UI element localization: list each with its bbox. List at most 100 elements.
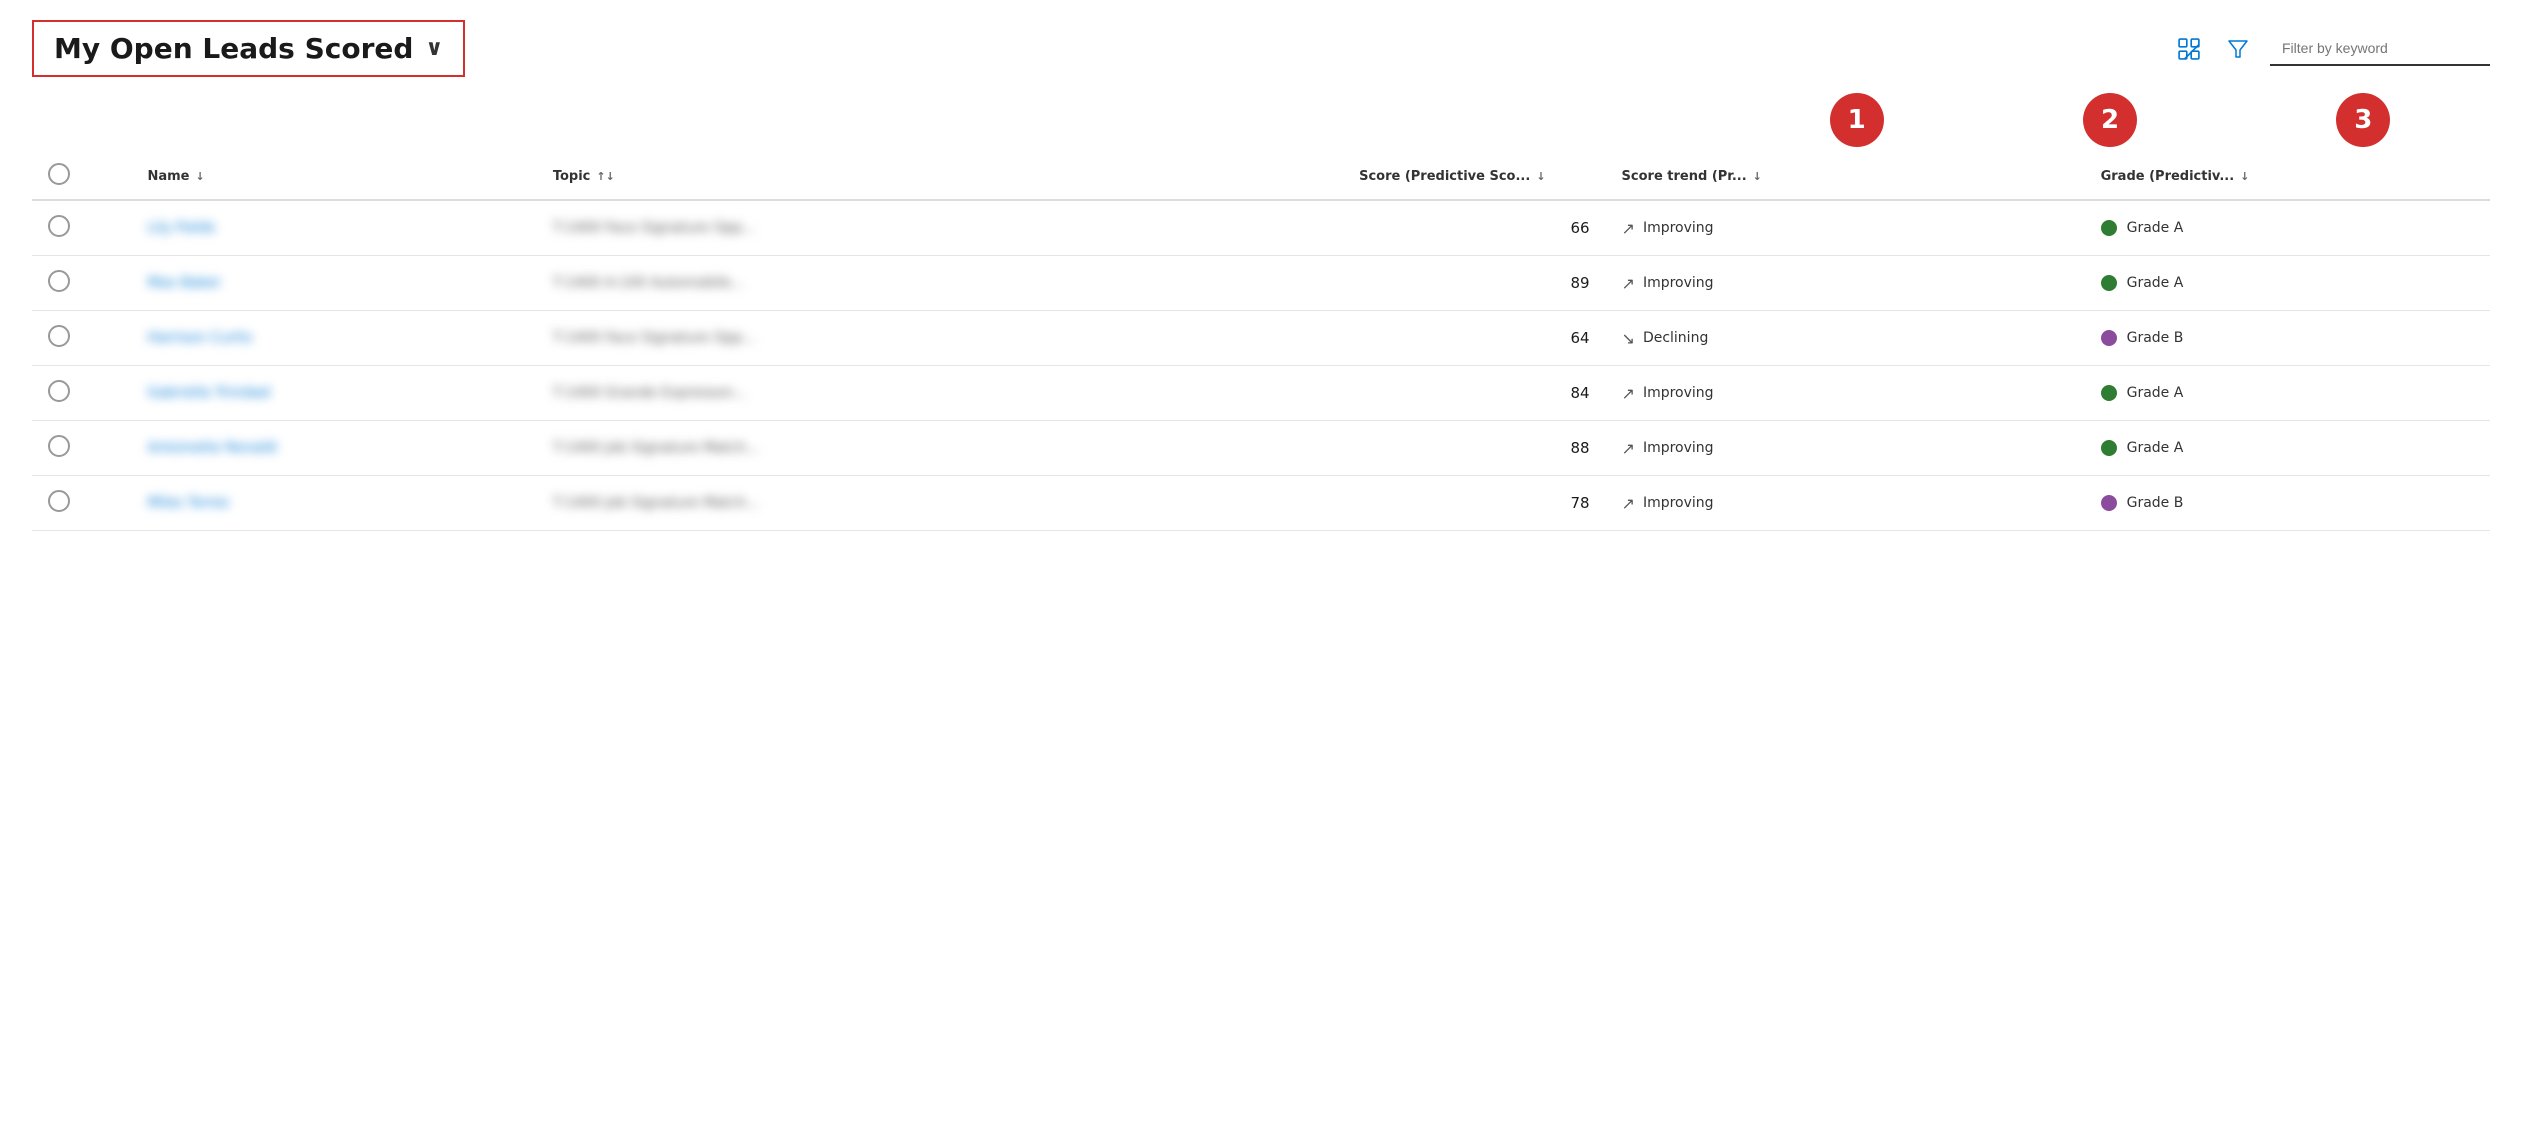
row-0-grade: Grade A xyxy=(2085,200,2490,256)
grade-sort-icon: ↓ xyxy=(2240,170,2249,183)
row-0-name[interactable]: Lily Fields xyxy=(131,200,536,256)
row-0-trend-label: Improving xyxy=(1643,220,1714,236)
row-3-grade: Grade A xyxy=(2085,366,2490,421)
keyword-filter-input[interactable] xyxy=(2270,32,2490,66)
row-5-trend-label: Improving xyxy=(1643,495,1714,511)
row-1-score: 89 xyxy=(1090,256,1606,311)
row-1-grade-dot xyxy=(2101,275,2117,291)
row-3-grade-dot xyxy=(2101,385,2117,401)
col-header-score[interactable]: Score (Predictive Sco... ↓ xyxy=(1090,153,1606,200)
row-0-score: 66 xyxy=(1090,200,1606,256)
row-3-grade-label: Grade A xyxy=(2127,385,2184,401)
row-2-trend-arrow: ↘ xyxy=(1622,329,1635,348)
badges-row: 1 2 3 xyxy=(1730,93,2490,147)
row-3-score: 84 xyxy=(1090,366,1606,421)
title-section: My Open Leads Scored ∨ xyxy=(32,20,465,77)
filter-icon xyxy=(2228,39,2248,59)
badge-3: 3 xyxy=(2336,93,2390,147)
chevron-down-icon: ∨ xyxy=(425,36,443,61)
row-1-grade-label: Grade A xyxy=(2127,275,2184,291)
row-1-name[interactable]: Max Baker xyxy=(131,256,536,311)
row-3-trend-arrow: ↗ xyxy=(1622,384,1635,403)
grid-settings-button[interactable] xyxy=(2172,32,2206,66)
row-5-name[interactable]: Miles Torres xyxy=(131,476,536,531)
row-4-trend-label: Improving xyxy=(1643,440,1714,456)
col-header-grade[interactable]: Grade (Predictiv... ↓ xyxy=(2085,153,2490,200)
row-4-checkbox[interactable] xyxy=(48,435,70,457)
row-3-trend-label: Improving xyxy=(1643,385,1714,401)
row-4-grade: Grade A xyxy=(2085,421,2490,476)
row-5-topic: T-1400 Job Signature Match... xyxy=(537,476,1090,531)
row-5-grade-label: Grade B xyxy=(2127,495,2184,511)
row-4-grade-dot xyxy=(2101,440,2117,456)
row-4-trend: ↗ Improving xyxy=(1606,421,2085,476)
row-2-trend: ↘ Declining xyxy=(1606,311,2085,366)
table-row: Harrison CurtisT-1400 Face Signature Opp… xyxy=(32,311,2490,366)
row-1-trend: ↗ Improving xyxy=(1606,256,2085,311)
col-header-trend[interactable]: Score trend (Pr... ↓ xyxy=(1606,153,2085,200)
table-header-row: Name ↓ Topic ↑↓ Score (Predictive Sco...… xyxy=(32,153,2490,200)
table-row: Antoinette RenaldiT-1400 Job Signature M… xyxy=(32,421,2490,476)
row-1-trend-label: Improving xyxy=(1643,275,1714,291)
badge-1: 1 xyxy=(1830,93,1884,147)
grid-icon xyxy=(2178,38,2200,60)
row-2-topic: T-1400 Face Signature Opp... xyxy=(537,311,1090,366)
page-title-button[interactable]: My Open Leads Scored ∨ xyxy=(32,20,465,77)
row-3-checkbox[interactable] xyxy=(48,380,70,402)
row-5-trend-arrow: ↗ xyxy=(1622,494,1635,513)
select-all-checkbox[interactable] xyxy=(48,163,70,185)
topic-sort-icon: ↑↓ xyxy=(596,170,614,183)
row-0-grade-label: Grade A xyxy=(2127,220,2184,236)
row-2-grade-label: Grade B xyxy=(2127,330,2184,346)
row-2-checkbox-cell xyxy=(32,311,131,366)
row-2-grade-dot xyxy=(2101,330,2117,346)
row-2-checkbox[interactable] xyxy=(48,325,70,347)
col-header-name[interactable]: Name ↓ xyxy=(131,153,536,200)
row-0-topic: T-1400 Face Signature Opp... xyxy=(537,200,1090,256)
row-5-grade-dot xyxy=(2101,495,2117,511)
header-actions xyxy=(2172,32,2490,66)
row-1-topic: T-1400 A-100 Automobile... xyxy=(537,256,1090,311)
col-header-checkbox xyxy=(32,153,131,200)
row-1-checkbox[interactable] xyxy=(48,270,70,292)
row-3-checkbox-cell xyxy=(32,366,131,421)
trend-sort-icon: ↓ xyxy=(1753,170,1762,183)
row-4-trend-arrow: ↗ xyxy=(1622,439,1635,458)
col-header-topic[interactable]: Topic ↑↓ xyxy=(537,153,1090,200)
row-4-grade-label: Grade A xyxy=(2127,440,2184,456)
filter-button[interactable] xyxy=(2222,33,2254,65)
name-sort-icon: ↓ xyxy=(196,170,205,183)
row-4-checkbox-cell xyxy=(32,421,131,476)
row-5-grade: Grade B xyxy=(2085,476,2490,531)
table-row: Gabriella TrinidadT-1400 Grande Expresso… xyxy=(32,366,2490,421)
row-2-name[interactable]: Harrison Curtis xyxy=(131,311,536,366)
page-title-text: My Open Leads Scored xyxy=(54,32,413,65)
table-row: Max BakerT-1400 A-100 Automobile...89 ↗ Im… xyxy=(32,256,2490,311)
table-row: Lily FieldsT-1400 Face Signature Opp...6… xyxy=(32,200,2490,256)
row-3-name[interactable]: Gabriella Trinidad xyxy=(131,366,536,421)
row-5-checkbox[interactable] xyxy=(48,490,70,512)
row-4-score: 88 xyxy=(1090,421,1606,476)
row-0-checkbox-cell xyxy=(32,200,131,256)
page-container: My Open Leads Scored ∨ xyxy=(0,0,2522,551)
leads-table: Name ↓ Topic ↑↓ Score (Predictive Sco...… xyxy=(32,153,2490,531)
row-3-topic: T-1400 Grande Expresson... xyxy=(537,366,1090,421)
row-5-score: 78 xyxy=(1090,476,1606,531)
row-4-topic: T-1400 Job Signature Match... xyxy=(537,421,1090,476)
row-5-checkbox-cell xyxy=(32,476,131,531)
row-3-trend: ↗ Improving xyxy=(1606,366,2085,421)
row-2-score: 64 xyxy=(1090,311,1606,366)
row-5-trend: ↗ Improving xyxy=(1606,476,2085,531)
row-1-grade: Grade A xyxy=(2085,256,2490,311)
header: My Open Leads Scored ∨ xyxy=(32,20,2490,77)
row-0-trend-arrow: ↗ xyxy=(1622,219,1635,238)
row-0-checkbox[interactable] xyxy=(48,215,70,237)
row-4-name[interactable]: Antoinette Renaldi xyxy=(131,421,536,476)
row-1-checkbox-cell xyxy=(32,256,131,311)
row-1-trend-arrow: ↗ xyxy=(1622,274,1635,293)
row-0-trend: ↗ Improving xyxy=(1606,200,2085,256)
score-sort-icon: ↓ xyxy=(1536,170,1545,183)
badge-2: 2 xyxy=(2083,93,2137,147)
row-2-trend-label: Declining xyxy=(1643,330,1708,346)
row-0-grade-dot xyxy=(2101,220,2117,236)
